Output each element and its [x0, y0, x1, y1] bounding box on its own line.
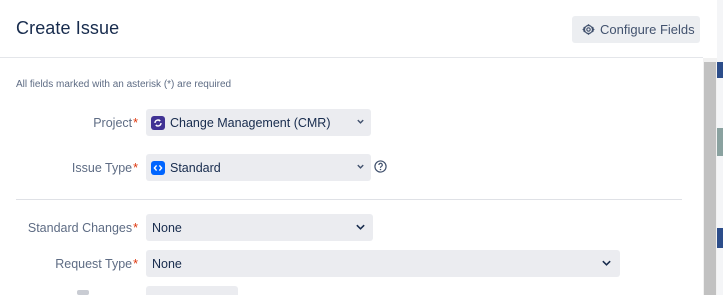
background-block: [717, 228, 723, 248]
standard-issue-type-icon: [151, 160, 165, 175]
chevron-down-icon: [357, 119, 364, 124]
configure-fields-label: Configure Fields: [600, 22, 695, 37]
standard-changes-select-value: None: [152, 220, 182, 235]
issue-type-label: Issue Type*: [71, 161, 138, 175]
chevron-down-icon: [357, 164, 364, 169]
request-type-field-row: Request Type* None: [0, 250, 700, 278]
required-fields-note: All fields marked with an asterisk (*) a…: [16, 79, 232, 90]
next-field-label-partial: [77, 290, 89, 295]
background-block: [717, 128, 723, 156]
background-block: [717, 62, 723, 78]
section-divider: [16, 199, 682, 200]
help-icon[interactable]: [374, 160, 387, 173]
standard-changes-select[interactable]: None: [146, 214, 373, 241]
issue-type-select-value: Standard: [170, 160, 221, 175]
issue-type-field-row: Issue Type* Standard: [0, 154, 700, 182]
request-type-select-value: None: [152, 256, 182, 271]
dialog-scrollbar-thumb[interactable]: [704, 62, 716, 295]
create-issue-dialog: Create Issue Configure Fields All fields…: [0, 0, 703, 295]
request-type-select[interactable]: None: [146, 250, 620, 277]
gear-icon: [582, 23, 595, 36]
project-field-row: Project* Change Management (CMR): [0, 109, 700, 137]
next-field-input-partial[interactable]: [146, 286, 238, 295]
configure-fields-button[interactable]: Configure Fields: [572, 16, 700, 43]
chevron-down-icon: [356, 224, 365, 230]
request-type-label: Request Type*: [55, 257, 138, 271]
chevron-down-icon: [602, 260, 611, 266]
dialog-title: Create Issue: [16, 18, 120, 38]
standard-changes-label: Standard Changes*: [27, 221, 138, 235]
standard-changes-field-row: Standard Changes* None: [0, 214, 700, 242]
project-select-value: Change Management (CMR): [170, 115, 331, 130]
issue-type-select[interactable]: Standard: [146, 154, 371, 181]
project-avatar-icon: [151, 115, 165, 130]
project-label: Project*: [93, 116, 138, 130]
background-page-edge: [717, 0, 723, 295]
project-select[interactable]: Change Management (CMR): [146, 109, 371, 136]
dialog-header: Create Issue Configure Fields: [0, 0, 703, 58]
